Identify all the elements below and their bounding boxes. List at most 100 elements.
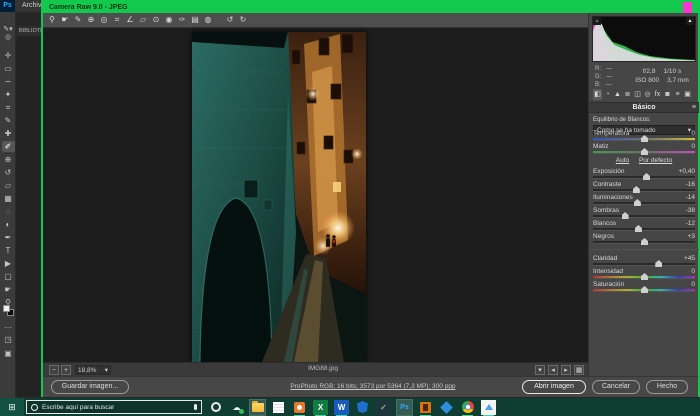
color-sampler-tool-icon[interactable]: ⊕ bbox=[85, 14, 97, 26]
tab-effects[interactable]: fx bbox=[653, 89, 662, 100]
straighten-tool-icon[interactable]: ∠ bbox=[124, 14, 136, 26]
red-eye-tool-icon[interactable]: ◉ bbox=[163, 14, 175, 26]
slider-thumb[interactable] bbox=[641, 273, 648, 280]
todo-icon[interactable]: ✓ bbox=[376, 400, 391, 415]
rotate-left-icon[interactable]: ↺ bbox=[224, 14, 236, 26]
gradient-tool-icon[interactable]: ▦ bbox=[2, 193, 15, 204]
edit-toolbar-icon[interactable]: … bbox=[2, 320, 15, 331]
libraries-panel-tab[interactable]: BIBLIOTEC bbox=[17, 26, 41, 36]
zoom-in-button[interactable]: + bbox=[61, 365, 71, 375]
slider-thumb[interactable] bbox=[633, 186, 640, 193]
tab-hsl-grayscale[interactable]: ≣ bbox=[623, 89, 632, 100]
done-button[interactable]: Hecho bbox=[646, 380, 688, 394]
pen-tool-icon[interactable]: ✒ bbox=[2, 232, 15, 243]
eyedropper-options-icon[interactable]: ✎▾ bbox=[0, 25, 16, 33]
brush-tool-icon[interactable]: ✐ bbox=[2, 141, 15, 152]
photoshop-icon[interactable]: Ps bbox=[397, 400, 412, 415]
sample-ring-icon[interactable]: ◎ bbox=[0, 33, 16, 41]
adjustment-brush-tool-icon[interactable]: ✑ bbox=[176, 14, 188, 26]
eraser-tool-icon[interactable]: ▱ bbox=[2, 180, 15, 191]
cancel-button[interactable]: Cancelar bbox=[592, 380, 640, 394]
transform-tool-icon[interactable]: ▱ bbox=[137, 14, 149, 26]
cortana-icon[interactable] bbox=[208, 400, 223, 415]
zoom-tool-icon[interactable]: ⚲ bbox=[46, 14, 58, 26]
highlight-clipping-icon[interactable]: ▲ bbox=[686, 17, 694, 25]
open-image-button[interactable]: Abrir imagen bbox=[522, 380, 586, 394]
histogram[interactable] bbox=[592, 16, 696, 62]
tab-snapshots[interactable]: ▣ bbox=[683, 89, 692, 100]
targeted-adjustment-tool-icon[interactable]: ◎ bbox=[98, 14, 110, 26]
crop-tool-icon[interactable]: ⌗ bbox=[2, 102, 15, 113]
toggle-filmstrip-icon[interactable]: ▦ bbox=[574, 365, 584, 375]
auto-link[interactable]: Auto bbox=[616, 157, 629, 164]
blur-tool-icon[interactable]: ◌ bbox=[2, 206, 15, 217]
tab-split-toning[interactable]: ◫ bbox=[633, 89, 642, 100]
shadow-clipping-icon[interactable]: ▲ bbox=[593, 17, 601, 25]
color-swatches[interactable] bbox=[3, 305, 15, 317]
tab-camera-calibration[interactable]: ◙ bbox=[663, 89, 672, 100]
slider-track[interactable] bbox=[593, 202, 695, 205]
clone-stamp-tool-icon[interactable]: ⊕ bbox=[2, 154, 15, 165]
slider-thumb[interactable] bbox=[643, 173, 650, 180]
onedrive-icon[interactable]: ☁ bbox=[229, 400, 244, 415]
marquee-tool-icon[interactable]: ▭ bbox=[2, 63, 15, 74]
healing-brush-tool-icon[interactable]: ✚ bbox=[2, 128, 15, 139]
slider-thumb[interactable] bbox=[641, 286, 648, 293]
tab-detail[interactable]: ▲ bbox=[613, 89, 622, 100]
slider-track[interactable] bbox=[593, 189, 695, 192]
photos-icon[interactable] bbox=[481, 400, 496, 415]
hand-tool-icon[interactable]: ☛ bbox=[59, 14, 71, 26]
spot-removal-tool-icon[interactable]: ⊙ bbox=[150, 14, 162, 26]
quick-mask-icon[interactable]: ◳ bbox=[2, 334, 15, 345]
eyedropper-tool-icon[interactable]: ✎ bbox=[2, 115, 15, 126]
workflow-options-link[interactable]: ProPhoto RGB; 16 bits; 3573 por 5364 (7,… bbox=[223, 383, 523, 390]
lasso-tool-icon[interactable]: ∽ bbox=[2, 76, 15, 87]
file-explorer-icon[interactable] bbox=[250, 400, 265, 415]
tab-basic[interactable]: ◧ bbox=[593, 89, 602, 100]
quick-selection-tool-icon[interactable]: ✦ bbox=[2, 89, 15, 100]
camera-raw-titlebar[interactable]: Camera Raw 9.0 - JPEG bbox=[43, 2, 698, 13]
slider-thumb[interactable] bbox=[655, 260, 662, 267]
after-view-icon[interactable]: ▸ bbox=[561, 365, 571, 375]
app-orange2-icon[interactable] bbox=[418, 400, 433, 415]
app-diamond-icon[interactable] bbox=[439, 400, 454, 415]
slider-thumb[interactable] bbox=[622, 212, 629, 219]
preview-mode-icon[interactable]: ▾ bbox=[535, 365, 545, 375]
history-brush-tool-icon[interactable]: ↺ bbox=[2, 167, 15, 178]
default-link[interactable]: Por defecto bbox=[639, 157, 672, 164]
screen-mode-icon[interactable]: ▣ bbox=[2, 348, 15, 359]
path-select-tool-icon[interactable]: ▶ bbox=[2, 258, 15, 269]
crop-tool-icon[interactable]: ⌗ bbox=[111, 14, 123, 26]
slider-thumb[interactable] bbox=[635, 225, 642, 232]
type-tool-icon[interactable]: T bbox=[2, 245, 15, 256]
slider-thumb[interactable] bbox=[634, 199, 641, 206]
microphone-icon[interactable] bbox=[194, 404, 197, 410]
save-image-button[interactable]: Guardar imagen... bbox=[51, 380, 129, 394]
radial-filter-tool-icon[interactable]: ◍ bbox=[202, 14, 214, 26]
defender-icon[interactable] bbox=[355, 400, 370, 415]
before-view-icon[interactable]: ◂ bbox=[548, 365, 558, 375]
slider-track[interactable] bbox=[593, 215, 695, 218]
app-orange-icon[interactable] bbox=[292, 400, 307, 415]
word-icon[interactable]: W bbox=[334, 400, 349, 415]
slider-track[interactable] bbox=[593, 228, 695, 231]
excel-icon[interactable]: X bbox=[313, 400, 328, 415]
tab-tone-curve[interactable]: ◔ bbox=[603, 89, 612, 100]
taskbar-search[interactable]: Escribe aquí para buscar bbox=[26, 400, 202, 414]
rotate-right-icon[interactable]: ↻ bbox=[237, 14, 249, 26]
sticky-notes-icon[interactable] bbox=[271, 400, 286, 415]
zoom-out-button[interactable]: − bbox=[49, 365, 59, 375]
foreground-color-swatch[interactable] bbox=[3, 305, 10, 312]
start-button[interactable]: ⊞ bbox=[0, 398, 24, 416]
tab-presets[interactable]: ≡ bbox=[673, 89, 682, 100]
graduated-filter-tool-icon[interactable]: ▤ bbox=[189, 14, 201, 26]
dodge-tool-icon[interactable]: ◐ bbox=[2, 219, 15, 230]
chrome-icon[interactable] bbox=[460, 400, 475, 415]
slider-thumb[interactable] bbox=[641, 238, 648, 245]
shape-tool-icon[interactable]: ▢ bbox=[2, 271, 15, 282]
photo-preview[interactable] bbox=[192, 32, 366, 362]
slider-track[interactable] bbox=[593, 263, 695, 266]
move-tool-icon[interactable]: ✛ bbox=[2, 50, 15, 61]
tab-lens-corrections[interactable]: ◎ bbox=[643, 89, 652, 100]
hand-tool-icon[interactable]: ☛ bbox=[2, 284, 15, 295]
